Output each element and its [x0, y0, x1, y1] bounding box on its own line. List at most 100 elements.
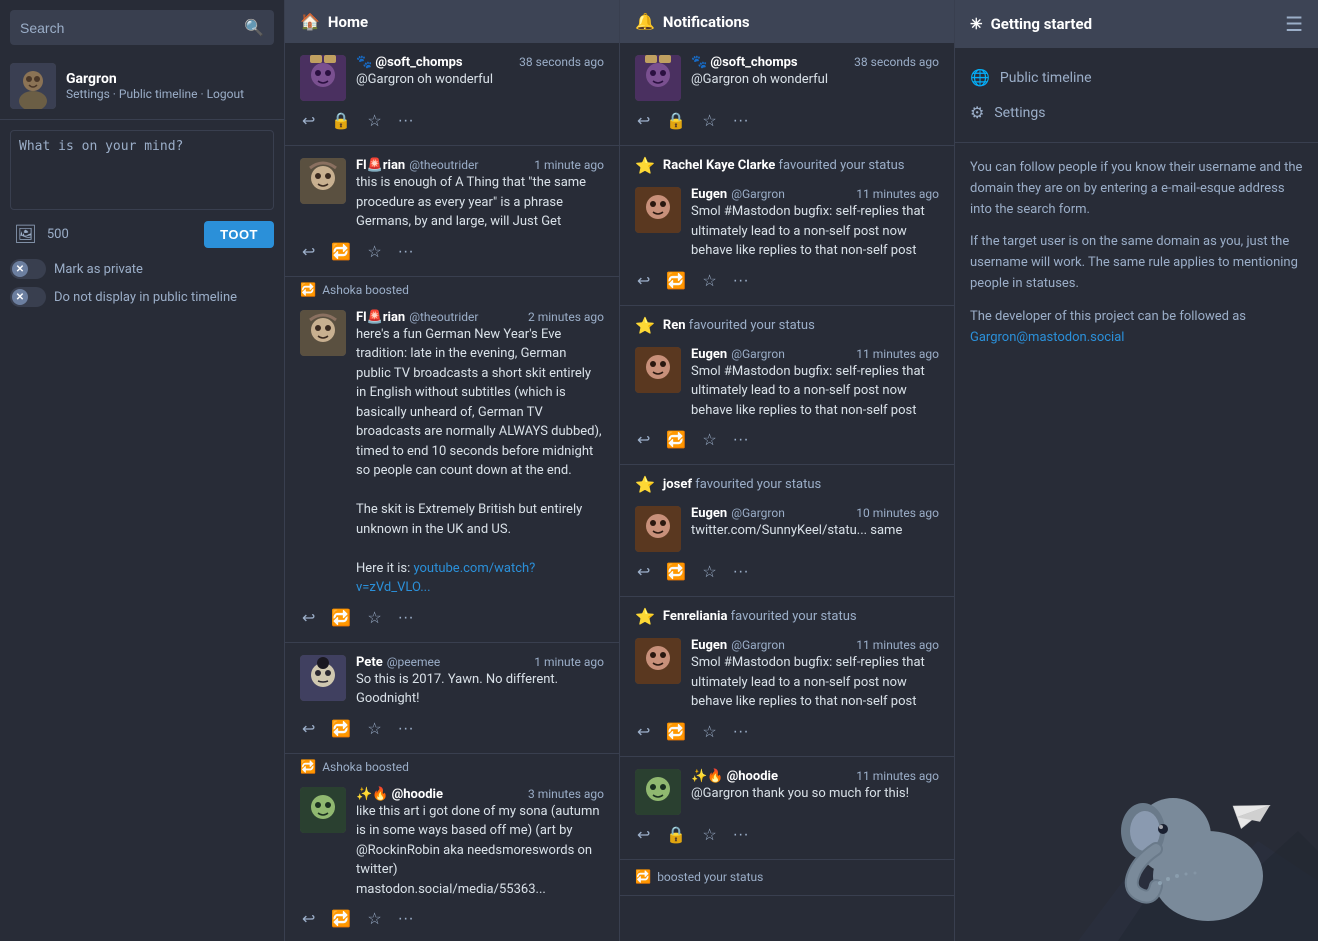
- notif-3-avatar[interactable]: [635, 347, 681, 393]
- notif-2-star[interactable]: ☆: [700, 269, 718, 293]
- boost-btn-2[interactable]: 🔁: [329, 240, 353, 264]
- status-1-avatar[interactable]: [300, 55, 346, 101]
- lock-btn[interactable]: 🔒: [329, 109, 353, 133]
- notif-4-title: josef favourited your status: [663, 477, 821, 492]
- notif-3-star[interactable]: ☆: [700, 428, 718, 452]
- toot-button[interactable]: TOOT: [204, 221, 274, 248]
- status-5-avatar[interactable]: [300, 787, 346, 833]
- notif-5-boost[interactable]: 🔁: [664, 720, 688, 744]
- notif-1-meta: 🐾 @soft_chomps 38 seconds ago @Gargron o…: [691, 55, 939, 90]
- reply-btn-4[interactable]: ↩: [300, 717, 317, 741]
- notif-3-boost[interactable]: 🔁: [664, 428, 688, 452]
- notif-1-header: 🐾 @soft_chomps 38 seconds ago @Gargron o…: [635, 55, 939, 101]
- status-4-avatar[interactable]: [300, 655, 346, 701]
- status-3-avatar[interactable]: [300, 310, 346, 356]
- boost-btn-4[interactable]: 🔁: [329, 717, 353, 741]
- star-btn[interactable]: ☆: [365, 109, 383, 133]
- notif-6-more[interactable]: ···: [731, 824, 751, 846]
- notif-3: ⭐ Ren favourited your status: [620, 306, 954, 466]
- notif-1-lock[interactable]: 🔒: [664, 109, 688, 133]
- notif-4-reply[interactable]: ↩: [635, 560, 652, 584]
- notif-2-boost[interactable]: 🔁: [664, 269, 688, 293]
- more-btn-4[interactable]: ···: [396, 718, 416, 740]
- notifications-column-body[interactable]: 🐾 @soft_chomps 38 seconds ago @Gargron o…: [620, 43, 954, 941]
- notif-2-more[interactable]: ···: [731, 270, 751, 292]
- reply-btn-5[interactable]: ↩: [300, 907, 317, 931]
- image-button[interactable]: 🖼: [10, 220, 41, 249]
- notif-3-more[interactable]: ···: [731, 429, 751, 451]
- notif-5-name-row: Eugen @Gargron 11 minutes ago: [691, 638, 939, 653]
- status-2-avatar[interactable]: [300, 158, 346, 204]
- star-btn-5[interactable]: ☆: [365, 907, 383, 931]
- reply-btn[interactable]: ↩: [300, 109, 317, 133]
- notif-5-actions: ↩ 🔁 ☆ ···: [635, 720, 939, 744]
- status-4-meta: Pete @peemee 1 minute ago So this is 201…: [356, 655, 604, 709]
- notif-1-avatar[interactable]: [635, 55, 681, 101]
- notif-6-lock[interactable]: 🔒: [664, 823, 688, 847]
- notif-5-avatar[interactable]: [635, 638, 681, 684]
- menu-icon[interactable]: ☰: [1285, 12, 1303, 36]
- developer-link[interactable]: Gargron@mastodon.social: [970, 330, 1124, 345]
- notif-2-action: favourited your status: [779, 158, 905, 173]
- youtube-link[interactable]: youtube.com/watch?v=zVd_VLO...: [356, 561, 535, 596]
- status-3-content: here's a fun German New Year's Eve tradi…: [356, 325, 604, 598]
- notif-6-star[interactable]: ☆: [700, 823, 718, 847]
- status-1-meta: 🐾 @soft_chomps 38 seconds ago @Gargron o…: [356, 55, 604, 90]
- public-timeline-nav[interactable]: 🌐 Public timeline: [970, 60, 1303, 95]
- notif-4-avatar[interactable]: [635, 506, 681, 552]
- notif-4-boost[interactable]: 🔁: [664, 560, 688, 584]
- search-input[interactable]: [20, 20, 244, 36]
- more-btn[interactable]: ···: [396, 110, 416, 132]
- notif-4-content: twitter.com/SunnyKeel/statu... same: [691, 521, 939, 541]
- notif-1-name-row: 🐾 @soft_chomps 38 seconds ago: [691, 55, 939, 70]
- star-btn-2[interactable]: ☆: [365, 240, 383, 264]
- boost-btn-3[interactable]: 🔁: [329, 606, 353, 630]
- notif-6-reply[interactable]: ↩: [635, 823, 652, 847]
- boost-btn-5[interactable]: 🔁: [329, 907, 353, 931]
- compose-textarea[interactable]: [10, 130, 274, 210]
- private-toggle[interactable]: ✕: [10, 259, 46, 279]
- more-btn-5[interactable]: ···: [396, 908, 416, 930]
- unlisted-toggle[interactable]: ✕: [10, 287, 46, 307]
- notif-6-avatar[interactable]: [635, 769, 681, 815]
- notif-5-more[interactable]: ···: [731, 721, 751, 743]
- notif-4-star[interactable]: ☆: [700, 560, 718, 584]
- settings-link[interactable]: Settings: [66, 87, 110, 101]
- home-icon: 🏠: [300, 12, 320, 31]
- more-btn-2[interactable]: ···: [396, 241, 416, 263]
- notif-2-name-row: Eugen @Gargron 11 minutes ago: [691, 187, 939, 202]
- public-timeline-link[interactable]: Public timeline: [119, 87, 198, 101]
- notif-3-time: 11 minutes ago: [856, 347, 939, 361]
- status-2-meta: Fl🚨rian @theoutrider 1 minute ago this i…: [356, 158, 604, 232]
- notif-7-boost: 🔁 boosted your status: [620, 860, 954, 896]
- star-btn-3[interactable]: ☆: [365, 606, 383, 630]
- settings-gear-icon: ⚙: [970, 103, 984, 122]
- notif-4-status: Eugen @Gargron 10 minutes ago twitter.co…: [620, 500, 954, 597]
- reply-btn-2[interactable]: ↩: [300, 240, 317, 264]
- notif-2-avatar[interactable]: [635, 187, 681, 233]
- notif-4-more[interactable]: ···: [731, 561, 751, 583]
- notif-2-reply[interactable]: ↩: [635, 269, 652, 293]
- status-5-header: ✨🔥 @hoodie 3 minutes ago like this art i…: [300, 787, 604, 900]
- search-icon[interactable]: 🔍: [244, 18, 264, 37]
- more-btn-3[interactable]: ···: [396, 607, 416, 629]
- notif-4: ⭐ josef favourited your status: [620, 465, 954, 597]
- notif-1-reply[interactable]: ↩: [635, 109, 652, 133]
- notif-5-reply[interactable]: ↩: [635, 720, 652, 744]
- home-column-body[interactable]: 🐾 @soft_chomps 38 seconds ago @Gargron o…: [285, 43, 619, 941]
- status-3-meta: Fl🚨rian @theoutrider 2 minutes ago here'…: [356, 310, 604, 598]
- notif-5-star[interactable]: ☆: [700, 720, 718, 744]
- notif-1-time: 38 seconds ago: [854, 55, 939, 69]
- notifications-title: Notifications: [663, 13, 750, 31]
- logout-link[interactable]: Logout: [207, 87, 244, 101]
- settings-nav[interactable]: ⚙ Settings: [970, 95, 1303, 130]
- notif-1-more[interactable]: ···: [731, 110, 751, 132]
- notif-1-star[interactable]: ☆: [700, 109, 718, 133]
- private-toggle-row: ✕ Mark as private: [10, 259, 274, 279]
- status-2: Fl🚨rian @theoutrider 1 minute ago this i…: [285, 146, 619, 277]
- star-btn-4[interactable]: ☆: [365, 717, 383, 741]
- help-text-1: You can follow people if you know their …: [970, 158, 1303, 220]
- reply-btn-3[interactable]: ↩: [300, 606, 317, 630]
- notif-3-reply[interactable]: ↩: [635, 428, 652, 452]
- notif-2-status: Eugen @Gargron 11 minutes ago Smol #Mast…: [620, 181, 954, 306]
